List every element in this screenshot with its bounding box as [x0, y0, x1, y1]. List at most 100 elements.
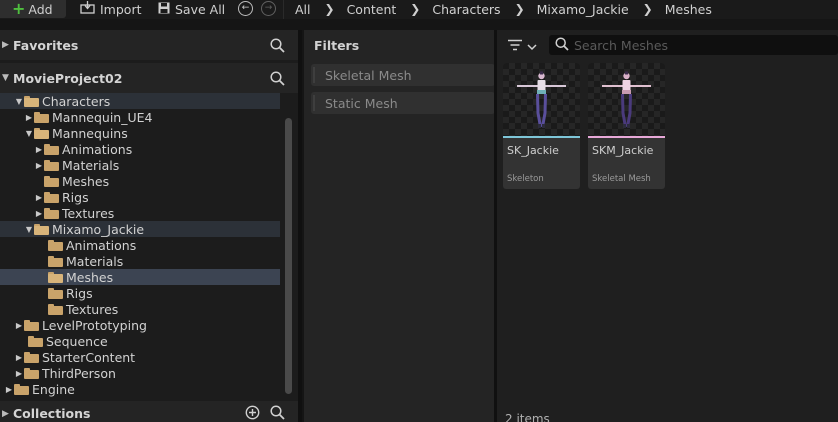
asset-tile[interactable]: SKM_Jackie Skeletal Mesh: [588, 63, 665, 189]
breadcrumb-item[interactable]: Content: [347, 2, 397, 17]
search-field[interactable]: [549, 35, 838, 55]
tree-item-materials[interactable]: ▶ Materials: [0, 157, 280, 173]
character-figure-icon: [517, 71, 566, 128]
tree-item-levelprototyping[interactable]: ▶ LevelPrototyping: [0, 317, 280, 333]
tree-item-textures[interactable]: Textures: [0, 301, 280, 317]
tree-item-materials[interactable]: Materials: [0, 253, 280, 269]
folder-icon: [24, 351, 39, 363]
asset-thumbnail: [503, 63, 580, 136]
toolbar-divider: [283, 0, 284, 19]
breadcrumb-item[interactable]: Meshes: [665, 2, 712, 17]
collections-header[interactable]: ▶ Collections: [0, 401, 298, 422]
folder-open-icon: [34, 223, 49, 235]
caret-down-icon[interactable]: ▼: [24, 225, 34, 234]
favorites-header[interactable]: ▶ Favorites: [0, 30, 298, 60]
search-icon[interactable]: [270, 71, 285, 89]
search-icon: [555, 36, 569, 54]
asset-type-bar: [588, 136, 665, 138]
tree-item-mannequins[interactable]: ▼ Mannequins: [0, 125, 280, 141]
tree-item-characters[interactable]: ▼ Characters: [0, 93, 280, 109]
sources-panel: ▶ Favorites ▼ MovieProject02 ▼ Character…: [0, 30, 298, 422]
breadcrumb-item[interactable]: All: [295, 2, 311, 17]
import-icon: [80, 1, 95, 17]
caret-right-icon[interactable]: ▶: [34, 193, 44, 202]
asset-type-bar: [503, 136, 580, 138]
caret-right-icon[interactable]: ▶: [14, 369, 24, 378]
folder-icon: [44, 191, 59, 203]
tree-item-label: Textures: [62, 205, 115, 221]
caret-down-icon[interactable]: ▼: [14, 97, 24, 106]
import-button[interactable]: Import: [80, 0, 142, 18]
add-button[interactable]: + Add: [0, 0, 66, 18]
folder-icon: [44, 175, 59, 187]
folder-icon: [48, 271, 63, 283]
tree-item-label: Animations: [66, 237, 137, 253]
caret-right-icon[interactable]: ▶: [4, 385, 14, 394]
breadcrumb-item[interactable]: Characters: [432, 2, 500, 17]
caret-down-icon[interactable]: ▼: [24, 129, 34, 138]
search-input[interactable]: [574, 37, 814, 53]
caret-right-icon[interactable]: ▶: [2, 409, 9, 419]
tree-item-mixamo-jackie[interactable]: ▼ Mixamo_Jackie: [0, 221, 280, 237]
folder-icon: [14, 383, 29, 395]
folder-icon: [48, 239, 63, 251]
caret-right-icon[interactable]: ▶: [34, 145, 44, 154]
breadcrumb: All ❯ Content ❯ Characters ❯ Mixamo_Jack…: [295, 0, 712, 18]
caret-right-icon[interactable]: ▶: [34, 209, 44, 218]
filter-skeletal-mesh[interactable]: Skeletal Mesh: [311, 64, 495, 86]
tree-item-label: Engine: [32, 381, 75, 397]
tree-item-label: Mannequin_UE4: [52, 109, 153, 125]
tree-item-textures[interactable]: ▶ Textures: [0, 205, 280, 221]
caret-down-icon[interactable]: ▼: [2, 73, 9, 83]
project-header[interactable]: ▼ MovieProject02: [0, 63, 298, 93]
tree-scrollbar[interactable]: [285, 118, 292, 394]
search-icon[interactable]: [270, 38, 285, 56]
tree-item-label: Sequence: [46, 333, 108, 349]
tree-item-mannequin-ue4[interactable]: ▶ Mannequin_UE4: [0, 109, 280, 125]
filter-dropdown-button[interactable]: [507, 39, 537, 54]
chevron-right-icon[interactable]: ❯: [643, 2, 653, 16]
caret-right-icon[interactable]: ▶: [14, 321, 24, 330]
panel-splitter[interactable]: [298, 30, 302, 422]
tree-item-startercontent[interactable]: ▶ StarterContent: [0, 349, 280, 365]
tree-item-engine[interactable]: ▶ Engine: [0, 381, 280, 397]
caret-right-icon[interactable]: ▶: [34, 161, 44, 170]
asset-tile[interactable]: SK_Jackie Skeleton: [503, 63, 580, 189]
breadcrumb-item[interactable]: Mixamo_Jackie: [537, 2, 629, 17]
add-label: Add: [28, 1, 53, 17]
tree-item-rigs[interactable]: ▶ Rigs: [0, 189, 280, 205]
filter-static-mesh[interactable]: Static Mesh: [311, 92, 495, 114]
caret-right-icon[interactable]: ▶: [2, 40, 9, 50]
asset-view: SK_Jackie Skeleton SKM_Jackie Skeletal M…: [497, 30, 838, 422]
forward-arrow-icon[interactable]: →: [261, 1, 276, 16]
tree-item-sequence[interactable]: Sequence: [0, 333, 280, 349]
search-icon[interactable]: [270, 405, 285, 422]
add-collection-icon[interactable]: [245, 405, 260, 422]
favorites-label: Favorites: [13, 37, 79, 53]
toolbar: + Add Import Save All ← → All ❯ Content …: [0, 0, 838, 19]
folder-icon: [48, 287, 63, 299]
tree-item-label: StarterContent: [42, 349, 136, 365]
asset-type: Skeleton: [507, 174, 544, 184]
chevron-right-icon[interactable]: ❯: [325, 2, 335, 16]
tree-item-rigs[interactable]: Rigs: [0, 285, 280, 301]
folder-icon: [44, 207, 59, 219]
tree-item-meshes[interactable]: Meshes: [0, 173, 280, 189]
asset-type: Skeletal Mesh: [592, 174, 651, 184]
chevron-right-icon[interactable]: ❯: [410, 2, 420, 16]
folder-icon: [48, 303, 63, 315]
caret-right-icon[interactable]: ▶: [24, 113, 34, 122]
caret-right-icon[interactable]: ▶: [14, 353, 24, 362]
tree-item-label: Rigs: [66, 285, 93, 301]
tree-item-label: Meshes: [66, 269, 114, 285]
tree-item-animations[interactable]: ▶ Animations: [0, 141, 280, 157]
tree-item-label: Meshes: [62, 173, 110, 189]
chevron-right-icon[interactable]: ❯: [515, 2, 525, 16]
tree-item-label: Materials: [62, 157, 120, 173]
plus-icon: +: [12, 0, 26, 18]
tree-item-thirdperson[interactable]: ▶ ThirdPerson: [0, 365, 280, 381]
save-all-button[interactable]: Save All: [158, 0, 225, 18]
tree-item-meshes-selected[interactable]: Meshes: [0, 269, 280, 285]
back-arrow-icon[interactable]: ←: [238, 1, 253, 16]
tree-item-animations[interactable]: Animations: [0, 237, 280, 253]
